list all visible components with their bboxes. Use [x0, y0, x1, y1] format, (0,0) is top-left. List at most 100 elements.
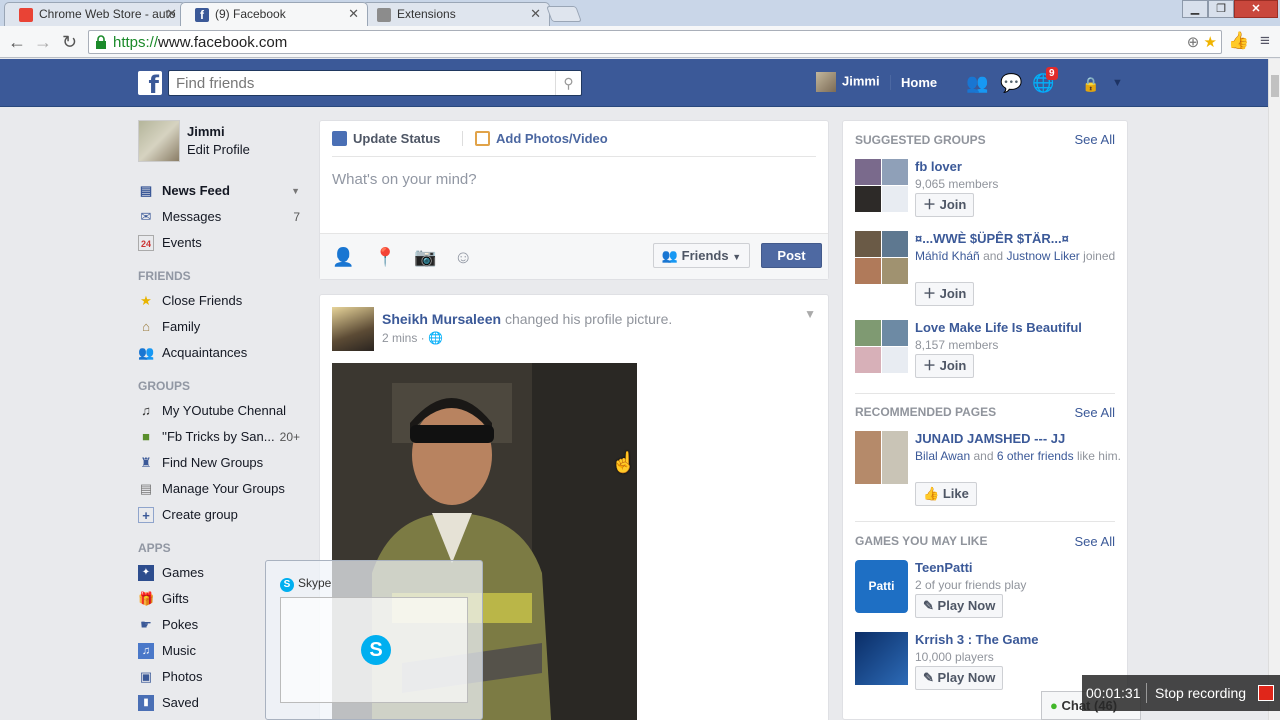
group-joined-info: Máhîd Kháñ and Justnow Liker joined	[915, 249, 1116, 263]
edit-profile-link[interactable]: Edit Profile	[187, 142, 250, 157]
tab-extensions[interactable]: Extensions ✕	[362, 2, 550, 26]
games-header: GAMES YOU MAY LIKE	[855, 534, 988, 548]
bookmark-star-icon[interactable]: ★	[1204, 34, 1217, 51]
minimize-button[interactable]: ▁	[1182, 0, 1208, 18]
scrollbar-thumb[interactable]	[1271, 75, 1279, 97]
tab-chrome-web-store[interactable]: Chrome Web Store - auto ✕	[4, 2, 186, 26]
back-arrow-icon[interactable]: ←	[8, 31, 26, 53]
address-bar[interactable]: https://www.facebook.com ⊕ ★	[88, 30, 1222, 54]
sidebar-item-create-group[interactable]: + Create group	[138, 502, 308, 528]
sidebar-item-manage-groups[interactable]: ▤ Manage Your Groups	[138, 476, 308, 502]
friends-section-header[interactable]: FRIENDS	[138, 264, 308, 288]
play-now-button[interactable]: ✎ Play Now	[915, 666, 1004, 690]
window-close-button[interactable]: ✕	[1234, 0, 1278, 18]
header-profile-link[interactable]: Jimmi	[816, 72, 880, 92]
maximize-button[interactable]: ❐	[1208, 0, 1234, 18]
friend-link[interactable]: Bilal Awan	[915, 449, 970, 463]
sidebar-item-youtube-group[interactable]: ♫ My YOutube Chennal	[138, 398, 308, 424]
tab-facebook[interactable]: f (9) Facebook ✕	[180, 2, 368, 26]
skype-window-preview[interactable]: S Skype S	[265, 560, 483, 720]
audience-selector[interactable]: 👥 Friends ▼	[653, 243, 750, 268]
like-extension-icon[interactable]: 👍	[1228, 31, 1249, 51]
story-options-chevron-down-icon[interactable]: ▼	[804, 307, 816, 321]
tab-close-icon[interactable]: ✕	[530, 6, 541, 22]
sidebar-item-events[interactable]: 24 Events	[138, 230, 308, 256]
recommended-pages-header: RECOMMENDED PAGES	[855, 405, 997, 419]
new-tab-button[interactable]	[546, 6, 582, 22]
group-title-link[interactable]: ¤...WWÈ $ÜPÊR $TÄR...¤	[915, 231, 1069, 246]
gift-icon: 🎁	[138, 591, 155, 606]
sidebar-item-acquaintances[interactable]: 👥 Acquaintances	[138, 340, 308, 366]
group-member-photos[interactable]	[855, 320, 908, 373]
game-title-link[interactable]: Krrish 3 : The Game	[915, 632, 1039, 647]
stop-recording-button[interactable]: Stop recording	[1155, 675, 1246, 711]
sidebar-item-messages[interactable]: ✉ Messages 7	[138, 204, 308, 230]
profile-name[interactable]: Jimmi	[187, 124, 225, 139]
account-menu-chevron-down-icon[interactable]: ▼	[1112, 77, 1123, 89]
page-scrollbar[interactable]	[1268, 59, 1280, 720]
game-title-link[interactable]: TeenPatti	[915, 560, 973, 575]
location-pin-icon[interactable]: 📍	[374, 247, 396, 268]
skype-icon: S	[280, 578, 294, 592]
tab-close-icon[interactable]: ✕	[166, 6, 177, 22]
reload-icon[interactable]: ↻	[62, 31, 77, 53]
join-group-button[interactable]: ＋ Join	[915, 354, 975, 378]
bookmark-icon: ▮	[138, 695, 154, 711]
plus-icon: ＋	[923, 197, 937, 212]
like-page-button[interactable]: 👍 Like	[915, 482, 977, 506]
join-group-button[interactable]: ＋ Join	[915, 193, 975, 217]
group-member-photos[interactable]	[855, 159, 908, 212]
groups-section-header[interactable]: GROUPS	[138, 374, 308, 398]
tab-update-status[interactable]: Update Status	[332, 131, 440, 146]
sidebar-item-close-friends[interactable]: ★ Close Friends	[138, 288, 308, 314]
messages-icon[interactable]: 💬	[1000, 73, 1022, 94]
apps-section-header[interactable]: APPS	[138, 536, 308, 560]
emoticon-icon[interactable]: ☺	[454, 247, 472, 268]
group-title-link[interactable]: fb lover	[915, 159, 962, 174]
privacy-lock-icon[interactable]: 🔒	[1082, 76, 1099, 93]
story-timestamp[interactable]: 2 mins · 🌐	[382, 331, 443, 345]
group-member-photos[interactable]	[855, 231, 908, 284]
forward-arrow-icon[interactable]: →	[34, 31, 52, 53]
page-title-link[interactable]: JUNAID JAMSHED --- JJ	[915, 431, 1065, 446]
tab-label: (9) Facebook	[215, 7, 286, 21]
tab-close-icon[interactable]: ✕	[348, 6, 359, 22]
sidebar-item-family[interactable]: ⌂ Family	[138, 314, 308, 340]
home-link[interactable]: Home	[890, 75, 937, 90]
profile-picture[interactable]	[138, 120, 180, 162]
page-photos[interactable]	[855, 431, 908, 484]
see-all-groups-link[interactable]: See All	[1075, 132, 1115, 147]
messages-icon: ✉	[140, 209, 152, 224]
author-name-link[interactable]: Sheikh Mursaleen	[382, 311, 501, 327]
play-now-button[interactable]: ✎ Play Now	[915, 594, 1004, 618]
friend-requests-icon[interactable]: 👥	[966, 73, 988, 94]
camera-icon[interactable]: 📷	[414, 247, 436, 268]
tag-friends-icon[interactable]: 👤	[332, 247, 354, 268]
friends-link[interactable]: 6 other friends	[997, 449, 1074, 463]
post-button[interactable]: Post	[761, 243, 822, 268]
zoom-icon[interactable]: ⊕	[1187, 34, 1200, 51]
friend-link[interactable]: Justnow Liker	[1006, 249, 1079, 263]
group-title-link[interactable]: Love Make Life Is Beautiful	[915, 320, 1082, 335]
chevron-down-icon[interactable]: ▼	[291, 178, 300, 204]
status-input[interactable]: What's on your mind?	[332, 171, 477, 188]
sidebar-item-find-new-groups[interactable]: ♜ Find New Groups	[138, 450, 308, 476]
sidebar-item-fb-tricks-group[interactable]: ■ ''Fb Tricks by San... 20+	[138, 424, 308, 450]
stop-square-icon[interactable]	[1258, 685, 1274, 701]
tab-add-photos-video[interactable]: Add Photos/Video	[462, 131, 608, 146]
search-input[interactable]	[169, 71, 549, 95]
friend-link[interactable]: Máhîd Kháñ	[915, 249, 980, 263]
suggested-groups-header: SUGGESTED GROUPS	[855, 133, 986, 147]
facebook-logo-icon[interactable]: f	[138, 71, 162, 95]
teenpatti-game-icon[interactable]: Patti	[855, 560, 908, 613]
profile-summary[interactable]: Jimmi Edit Profile	[138, 120, 308, 164]
see-all-games-link[interactable]: See All	[1075, 534, 1115, 549]
search-icon[interactable]: ⚲	[555, 71, 581, 95]
join-group-button[interactable]: ＋ Join	[915, 282, 975, 306]
chrome-menu-icon[interactable]: ≡	[1260, 31, 1270, 51]
sidebar-item-news-feed[interactable]: ▤ News Feed ▼	[138, 178, 308, 204]
screen-recorder-bar: 00:01:31 Stop recording	[1082, 675, 1280, 711]
see-all-pages-link[interactable]: See All	[1075, 405, 1115, 420]
krrish-game-icon[interactable]	[855, 632, 908, 685]
author-avatar[interactable]	[332, 307, 374, 351]
